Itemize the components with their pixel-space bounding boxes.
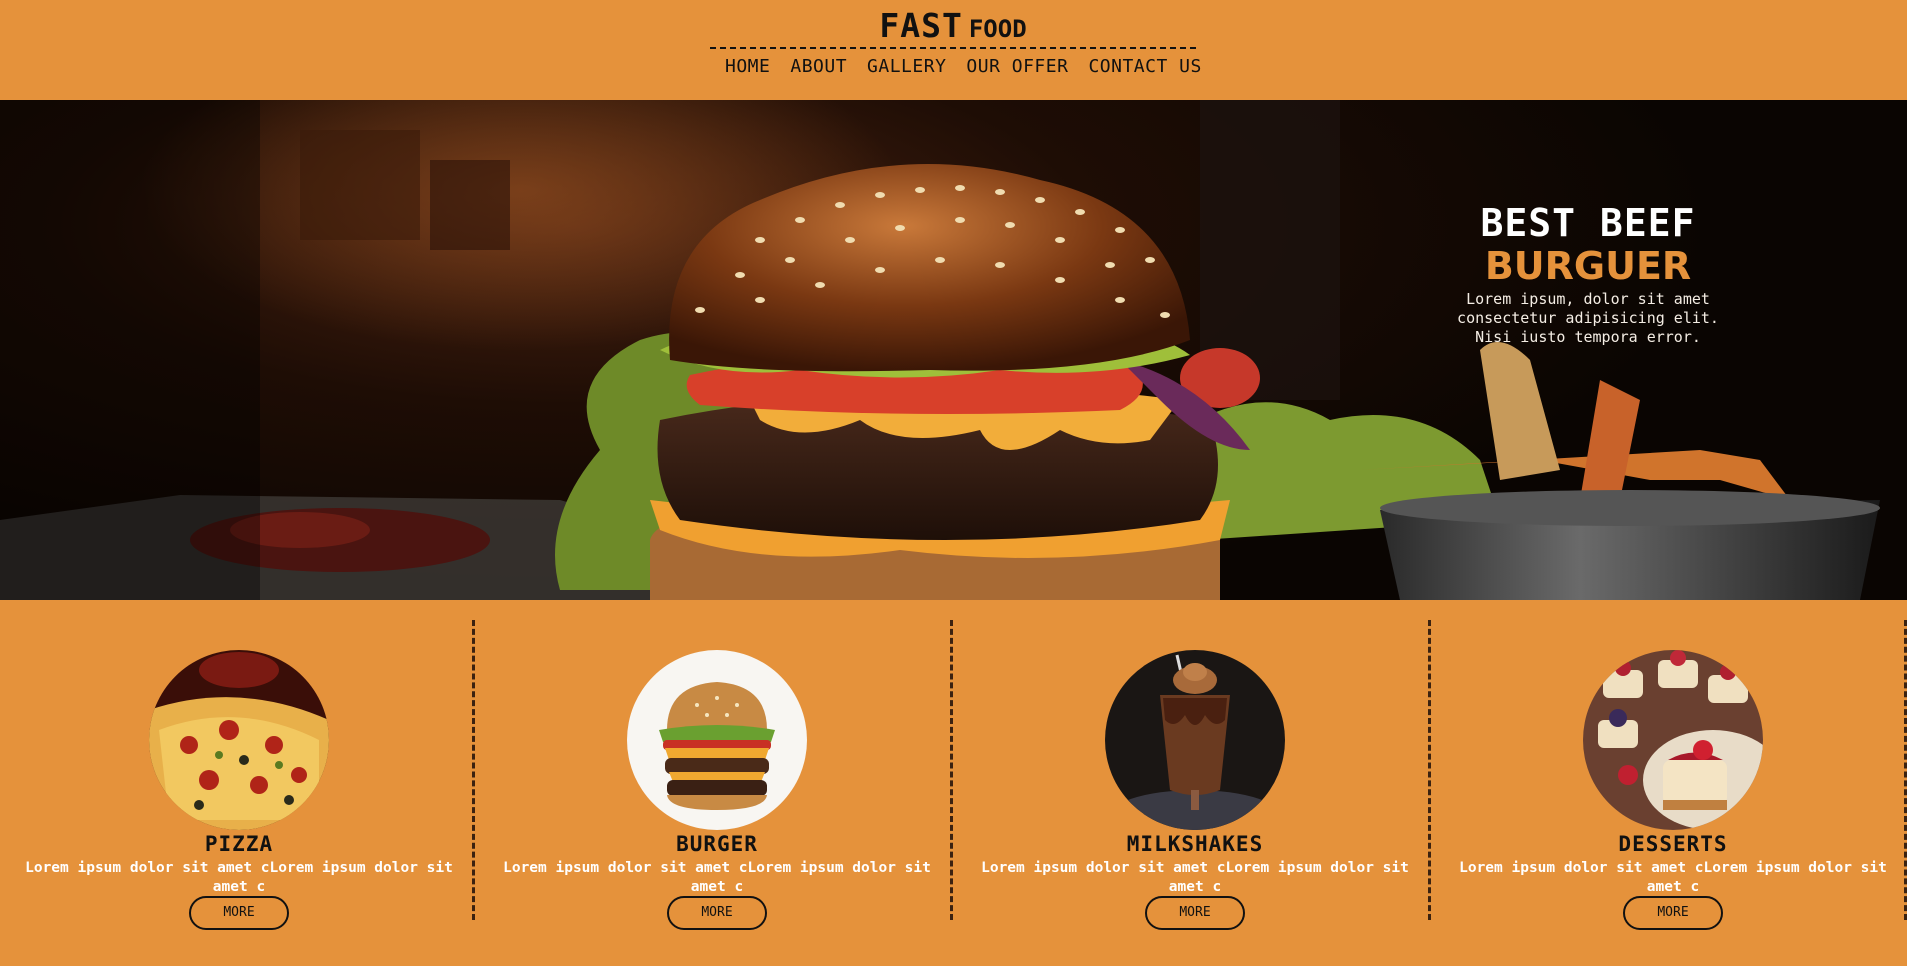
desserts-more-button[interactable]: MORE: [1623, 896, 1723, 930]
card-pizza: PIZZA Lorem ipsum dolor sit amet cLorem …: [0, 600, 478, 966]
site-logo[interactable]: FAST FOOD: [710, 6, 1196, 50]
pizza-more-button[interactable]: MORE: [189, 896, 289, 930]
card-milkshakes: MILKSHAKES Lorem ipsum dolor sit amet cL…: [956, 600, 1434, 966]
hero-banner: BEST BEEF BURGUER Lorem ipsum, dolor sit…: [0, 100, 1907, 600]
burger-image: [627, 650, 807, 830]
nav-about[interactable]: ABOUT: [790, 56, 847, 80]
hero-title: BEST BEEF: [1480, 201, 1696, 245]
card-description: Lorem ipsum dolor sit amet cLorem ipsum …: [25, 860, 453, 895]
card-title: BURGER: [676, 832, 758, 856]
hero-text: BEST BEEF BURGUER Lorem ipsum, dolor sit…: [1440, 200, 1736, 347]
nav-contact-us[interactable]: CONTACT US: [1088, 56, 1201, 80]
milkshake-image: [1105, 650, 1285, 830]
card-title: PIZZA: [204, 832, 274, 856]
burger-more-button[interactable]: MORE: [667, 896, 767, 930]
hero-description: Lorem ipsum, dolor sit amet consectetur …: [1457, 290, 1719, 346]
nav-gallery[interactable]: GALLERY: [867, 56, 946, 80]
pizza-image: [149, 650, 329, 830]
nav-home[interactable]: HOME: [725, 56, 770, 80]
site-header: FAST FOOD HOME ABOUT GALLERY OUR OFFER CO…: [0, 0, 1907, 100]
brand-food: FOOD: [968, 15, 1027, 43]
card-burger: BURGER Lorem ipsum dolor sit amet cLorem…: [478, 600, 956, 966]
nav-our-offer[interactable]: OUR OFFER: [966, 56, 1068, 80]
card-desserts: DESSERTS Lorem ipsum dolor sit amet cLor…: [1434, 600, 1907, 966]
desserts-image: [1583, 650, 1763, 830]
offer-cards: PIZZA Lorem ipsum dolor sit amet cLorem …: [0, 600, 1907, 966]
hero-subtitle: BURGUER: [1484, 244, 1692, 288]
brand-divider: [710, 47, 1196, 49]
card-title: MILKSHAKES: [1126, 832, 1264, 856]
hero-burger-image: [0, 100, 1880, 600]
card-description: Lorem ipsum dolor sit amet cLorem ipsum …: [981, 860, 1409, 895]
brand-fast: FAST: [879, 6, 963, 45]
milkshakes-more-button[interactable]: MORE: [1145, 896, 1245, 930]
card-title: DESSERTS: [1618, 832, 1728, 856]
main-nav: HOME ABOUT GALLERY OUR OFFER CONTACT US: [725, 56, 1202, 80]
card-description: Lorem ipsum dolor sit amet cLorem ipsum …: [503, 860, 931, 895]
card-description: Lorem ipsum dolor sit amet cLorem ipsum …: [1459, 860, 1887, 895]
